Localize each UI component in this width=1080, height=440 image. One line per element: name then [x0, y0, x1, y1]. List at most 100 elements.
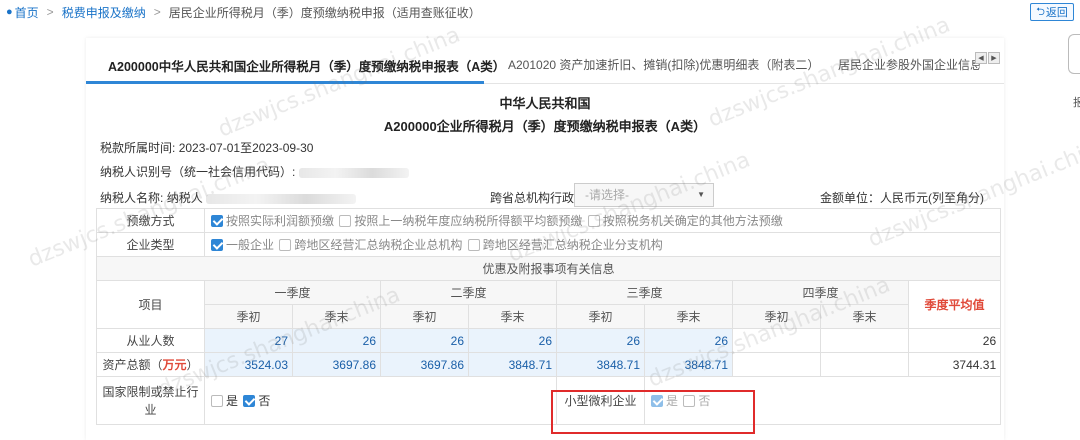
assets-q4-end[interactable]	[820, 352, 909, 377]
total-assets-row: 资产总额（万元） 3524.03 3697.86 3697.86 3848.71…	[96, 352, 1002, 377]
taxpayer-id: 纳税人识别号（统一社会信用代码）:	[100, 163, 409, 180]
assets-q2-end[interactable]: 3848.71	[468, 352, 557, 377]
company-general-checkbox[interactable]	[211, 239, 223, 251]
restricted-no-label: 否	[258, 394, 271, 408]
form-tabs: A200000中华人民共和国企业所得税月（季）度预缴纳税申报表（A类） A201…	[86, 42, 1004, 84]
prepay-actual-profit-checkbox[interactable]	[211, 215, 223, 227]
side-panel-label: 报	[1073, 97, 1080, 109]
assets-q2-start[interactable]: 3697.86	[380, 352, 469, 377]
company-head-office-checkbox[interactable]	[279, 239, 292, 251]
tab-a201020[interactable]: A201020 资产加速折旧、摊销(扣除)优惠明细表（附表二）	[508, 56, 819, 73]
item-header: 项目	[96, 280, 205, 329]
company-branch-checkbox[interactable]	[467, 239, 480, 251]
employee-q1-start[interactable]: 27	[204, 328, 293, 353]
employee-q2-end[interactable]: 26	[468, 328, 557, 353]
company-type-label: 企业类型	[96, 232, 205, 257]
quarter-header-row: 项目 一季度 二季度 三季度 四季度 季度平均值	[96, 280, 1002, 329]
assets-q3-end[interactable]: 3848.71	[644, 352, 733, 377]
employee-q4-start[interactable]	[732, 328, 821, 353]
prepay-option-label: 按照上一纳税年度应纳税所得额平均额预缴	[354, 214, 583, 228]
prepay-method-options: 按照实际利润额预缴 按照上一纳税年度应纳税所得额平均额预缴 按照税务机关确定的其…	[203, 208, 1002, 233]
prepay-option-label: 按照实际利润额预缴	[226, 214, 335, 228]
restricted-industry-label: 国家限制或禁止行业	[96, 376, 205, 425]
tax-period-value: 2023-07-01至2023-09-30	[178, 141, 314, 155]
amount-unit: 金额单位：人民币元(列至角分)	[820, 191, 984, 205]
breadcrumb-current: 居民企业所得税月（季）度预缴纳税申报（适用查账征收）	[168, 5, 481, 20]
total-assets-unit: 万元	[162, 358, 187, 372]
q3-start-header: 季初	[556, 304, 645, 329]
form-title-country: 中华人民共和国	[499, 96, 591, 111]
declaration-panel: A200000中华人民共和国企业所得税月（季）度预缴纳税申报表（A类） A201…	[86, 38, 1004, 440]
breadcrumb-separator: >	[153, 5, 161, 19]
assets-q1-end[interactable]: 3697.86	[292, 352, 381, 377]
restricted-industry-yes-checkbox[interactable]	[211, 395, 223, 407]
industry-and-small-micro-row: 国家限制或禁止行业 是 否 小型微利企业 是 否	[96, 376, 1002, 425]
employee-q3-end[interactable]: 26	[644, 328, 733, 353]
back-button[interactable]: ⮌ 返回	[1030, 3, 1074, 21]
cross-region-placeholder: -请选择-	[585, 188, 629, 202]
q2-end-header: 季末	[468, 304, 557, 329]
assets-average: 3744.31	[907, 352, 1002, 377]
taxpayer-name-value: 纳税人	[166, 191, 203, 205]
breadcrumb-level1[interactable]: 税费申报及缴纳	[62, 4, 146, 21]
taxpayer-name: 纳税人名称: 纳税人	[100, 189, 357, 206]
location-pin-icon: ●	[6, 6, 13, 18]
q1-end-header: 季末	[292, 304, 381, 329]
employee-q1-end[interactable]: 26	[292, 328, 381, 353]
employee-average: 26	[907, 328, 1002, 353]
assets-q4-start[interactable]	[732, 352, 821, 377]
tab-foreign-investment[interactable]: 居民企业参股外国企业信息...	[838, 56, 980, 73]
info-section-header-row: 优惠及附报事项有关信息	[95, 256, 1002, 281]
prepay-other-method-checkbox[interactable]	[587, 215, 600, 227]
breadcrumb-separator: >	[46, 5, 54, 19]
side-panel-handle[interactable]	[1068, 34, 1080, 74]
employee-count-row: 从业人数 27 26 26 26 26 26 26	[96, 328, 1002, 353]
company-type-option-label: 跨地区经营汇总纳税企业分支机构	[482, 238, 663, 252]
q3-end-header: 季末	[644, 304, 733, 329]
back-arrow-icon: ⮌	[1036, 5, 1045, 18]
quarter-subheader-row: 季初 季末 季初 季末 季初 季末 季初 季末	[97, 304, 1001, 329]
small-micro-highlight-box	[551, 390, 755, 434]
info-section-title: 优惠及附报事项有关信息	[95, 256, 1002, 281]
taxpayer-name-label: 纳税人名称:	[100, 191, 164, 205]
quarter-header-q4: 四季度	[732, 280, 909, 305]
prepay-last-year-checkbox[interactable]	[339, 215, 352, 227]
total-assets-label: 资产总额（万元）	[96, 352, 205, 377]
restricted-yes-label: 是	[226, 394, 239, 408]
quarter-header-q2: 二季度	[380, 280, 557, 305]
company-type-options: 一般企业 跨地区经营汇总纳税企业总机构 跨地区经营汇总纳税企业分支机构	[203, 232, 1002, 257]
employee-q3-start[interactable]: 26	[556, 328, 645, 353]
prepay-method-row: 预缴方式 按照实际利润额预缴 按照上一纳税年度应纳税所得额平均额预缴 按照税务机…	[96, 208, 1002, 233]
assets-q1-start[interactable]: 3524.03	[204, 352, 293, 377]
tab-scroll-right-icon[interactable]: ▶	[988, 52, 1000, 64]
assets-q3-start[interactable]: 3848.71	[556, 352, 645, 377]
prepay-method-label: 预缴方式	[96, 208, 205, 233]
prepay-option-label: 按照税务机关确定的其他方法预缴	[602, 214, 783, 228]
q4-end-header: 季末	[820, 304, 909, 329]
tab-scroll-controls: ◀ ▶	[975, 52, 1000, 64]
quarter-average-header: 季度平均值	[907, 280, 1002, 329]
breadcrumb-home[interactable]: 首页	[15, 4, 39, 21]
employee-count-label: 从业人数	[96, 328, 205, 353]
tab-scroll-left-icon[interactable]: ◀	[975, 52, 987, 64]
total-assets-label-text: 资产总额（	[102, 358, 163, 372]
restricted-industry-options: 是 否	[204, 376, 557, 425]
taxpayer-name-redacted	[206, 193, 357, 204]
q2-start-header: 季初	[380, 304, 469, 329]
employee-q4-end[interactable]	[820, 328, 909, 353]
breadcrumb: ● 首页 > 税费申报及缴纳 > 居民企业所得税月（季）度预缴纳税申报（适用查账…	[0, 0, 1080, 24]
tax-period-label: 税款所属时间:	[100, 141, 176, 155]
cross-region-select[interactable]: -请选择- ▼	[574, 183, 714, 207]
company-type-option-label: 跨地区经营汇总纳税企业总机构	[294, 238, 463, 252]
company-type-row: 企业类型 一般企业 跨地区经营汇总纳税企业总机构 跨地区经营汇总纳税企业分支机构	[96, 232, 1002, 257]
quarter-header-q1: 一季度	[204, 280, 381, 305]
total-assets-label-end: ）	[186, 358, 199, 372]
active-tab-indicator	[86, 81, 484, 84]
employee-q2-start[interactable]: 26	[380, 328, 469, 353]
tab-a200000[interactable]: A200000中华人民共和国企业所得税月（季）度预缴纳税申报表（A类）	[108, 56, 505, 75]
taxpayer-id-redacted	[298, 167, 409, 178]
restricted-industry-no-checkbox[interactable]	[243, 395, 256, 407]
tax-period: 税款所属时间: 2023-07-01至2023-09-30	[100, 139, 313, 156]
q1-start-header: 季初	[204, 304, 293, 329]
q4-start-header: 季初	[732, 304, 821, 329]
